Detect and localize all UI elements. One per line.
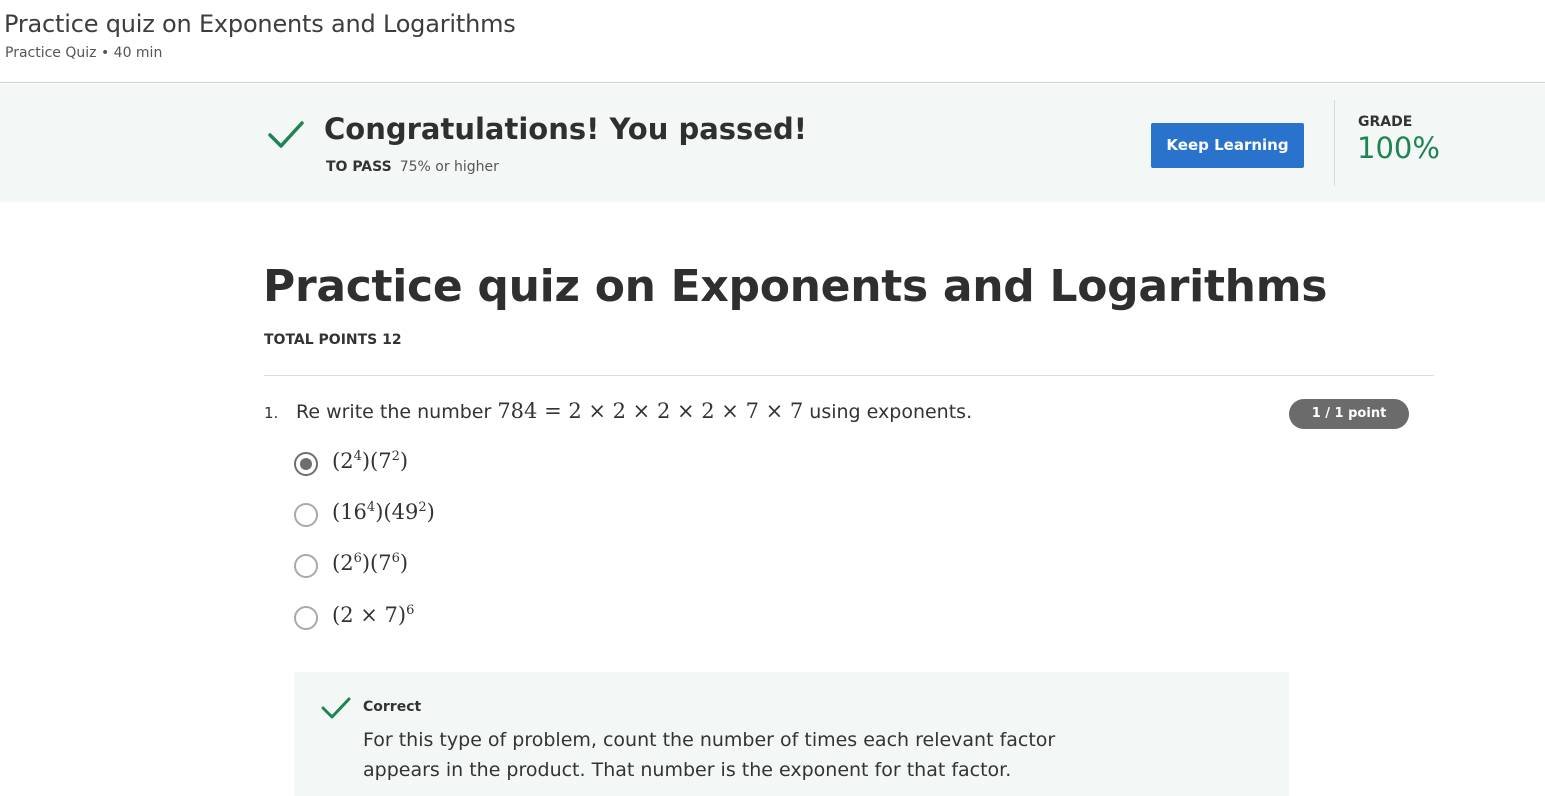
question-expression: 784 = 2 × 2 × 2 × 2 × 7 × 7 bbox=[497, 399, 804, 423]
top-header: Practice quiz on Exponents and Logarithm… bbox=[0, 0, 1545, 83]
radio-button[interactable] bbox=[294, 452, 318, 476]
radio-button[interactable] bbox=[294, 503, 318, 527]
answer-option-3[interactable]: (26)(76) bbox=[293, 547, 693, 587]
check-icon bbox=[268, 121, 304, 148]
answer-option-2[interactable]: (164)(492) bbox=[293, 496, 693, 536]
question-prefix: Re write the number bbox=[296, 401, 492, 423]
radio-button[interactable] bbox=[294, 606, 318, 630]
question-text: Re write the number 784 = 2 × 2 × 2 × 2 … bbox=[296, 399, 972, 423]
grade-value: 100% bbox=[1357, 131, 1440, 165]
answer-option-4[interactable]: (2 × 7)6 bbox=[293, 599, 693, 639]
pass-requirement-value: 75% or higher bbox=[399, 159, 499, 175]
pass-requirement-label: TO PASS bbox=[326, 159, 392, 175]
pass-headline: Congratulations! You passed! bbox=[324, 112, 807, 146]
answer-option-1[interactable]: (24)(72) bbox=[293, 445, 693, 485]
total-points: TOTAL POINTS 12 bbox=[264, 332, 402, 348]
check-icon bbox=[321, 697, 351, 719]
pass-requirement: TO PASS 75% or higher bbox=[326, 159, 499, 175]
feedback-label: Correct bbox=[363, 699, 422, 715]
quiz-title: Practice quiz on Exponents and Logarithm… bbox=[263, 261, 1328, 312]
radio-button[interactable] bbox=[294, 554, 318, 578]
points-badge: 1 / 1 point bbox=[1289, 399, 1409, 429]
question-number: 1. bbox=[264, 404, 279, 422]
feedback-text: For this type of problem, count the numb… bbox=[363, 729, 1056, 781]
question-suffix: using exponents. bbox=[809, 401, 973, 423]
keep-learning-button[interactable]: Keep Learning bbox=[1151, 123, 1304, 168]
option-label: (164)(492) bbox=[332, 500, 435, 524]
top-title: Practice quiz on Exponents and Logarithm… bbox=[4, 10, 516, 38]
option-label: (2 × 7)6 bbox=[332, 603, 415, 627]
option-label: (26)(76) bbox=[332, 551, 409, 575]
option-label: (24)(72) bbox=[332, 449, 409, 473]
banner-divider bbox=[1334, 100, 1335, 186]
section-divider bbox=[264, 375, 1434, 376]
quiz-meta: Practice Quiz • 40 min bbox=[5, 45, 163, 61]
grade-label: GRADE bbox=[1358, 114, 1413, 130]
